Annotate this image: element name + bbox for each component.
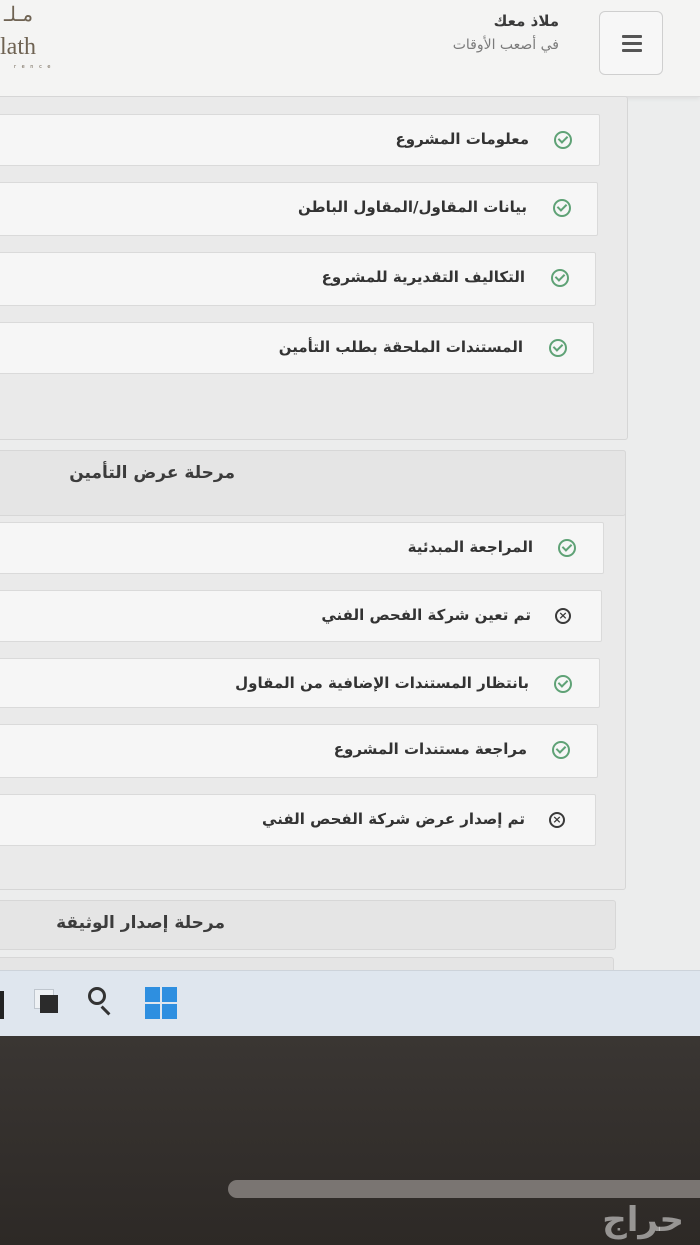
stage-item-label: تم إصدار عرض شركة الفحص الفني — [262, 810, 525, 828]
hamburger-icon — [622, 35, 642, 38]
check-circle-icon — [558, 539, 576, 557]
brand-tagline: في أصعب الأوقات — [452, 37, 559, 53]
check-circle-icon — [549, 339, 567, 357]
stage-item-label: المراجعة المبدئية — [407, 538, 533, 556]
site-header: مـلـ lath r e n c e ملاذ معك في أصعب الأ… — [0, 0, 700, 97]
stage-item[interactable]: المستندات الملحقة بطلب التأمين — [0, 322, 594, 374]
logo-subtext: r e n c e — [14, 64, 53, 70]
stage-item[interactable]: تم تعين شركة الفحص الفني × — [0, 590, 602, 642]
check-circle-icon — [554, 675, 572, 693]
search-icon[interactable] — [88, 987, 116, 1017]
stage-item[interactable]: التكاليف التقديرية للمشروع — [0, 252, 596, 306]
task-view-icon[interactable] — [34, 989, 60, 1015]
next-stage-header-partial[interactable] — [0, 957, 614, 970]
check-circle-icon — [554, 131, 572, 149]
stage-item[interactable]: مراجعة مستندات المشروع — [0, 724, 598, 778]
stage-item[interactable]: بيانات المقاول/المقاول الباطن — [0, 182, 598, 236]
malath-logo[interactable]: مـلـ lath r e n c e — [0, 2, 60, 72]
stage-item[interactable]: تم إصدار عرض شركة الفحص الفني × — [0, 794, 596, 846]
taskbar-app-icon-partial[interactable] — [0, 991, 4, 1019]
windows-start-icon[interactable] — [145, 987, 177, 1019]
check-circle-icon — [552, 741, 570, 759]
logo-glyph: مـلـ — [4, 2, 34, 26]
stage-offer-header[interactable]: مرحلة عرض التأمين — [0, 450, 626, 516]
stage-item[interactable]: بانتظار المستندات الإضافية من المقاول — [0, 658, 600, 708]
watermark: حراج — [602, 1200, 684, 1240]
stage-item-label: بيانات المقاول/المقاول الباطن — [298, 198, 527, 216]
x-circle-icon: × — [555, 608, 571, 624]
stage-item-label: مراجعة مستندات المشروع — [333, 740, 527, 758]
laptop-hinge — [228, 1180, 700, 1198]
brand-title: ملاذ معك — [493, 12, 559, 30]
check-circle-icon — [551, 269, 569, 287]
stage-item[interactable]: معلومات المشروع — [0, 114, 600, 166]
stage-item-label: المستندات الملحقة بطلب التأمين — [278, 338, 523, 356]
stage-policy-header[interactable]: مرحلة إصدار الوثيقة — [0, 900, 616, 950]
section-title: مرحلة عرض التأمين — [69, 463, 235, 483]
browser-viewport: مـلـ lath r e n c e ملاذ معك في أصعب الأ… — [0, 0, 700, 970]
logo-text: lath — [0, 34, 36, 60]
laptop-bezel — [0, 1036, 700, 1245]
stage-item-label: بانتظار المستندات الإضافية من المقاول — [235, 674, 529, 692]
section-title: مرحلة إصدار الوثيقة — [56, 913, 225, 933]
stage-item[interactable]: المراجعة المبدئية — [0, 522, 604, 574]
stage-item-label: معلومات المشروع — [395, 130, 530, 148]
menu-button[interactable] — [599, 11, 663, 75]
stage-item-label: التكاليف التقديرية للمشروع — [321, 268, 525, 286]
check-circle-icon — [553, 199, 571, 217]
stage-item-label: تم تعين شركة الفحص الفني — [321, 606, 531, 624]
x-circle-icon: × — [549, 812, 565, 828]
windows-taskbar — [0, 970, 700, 1037]
